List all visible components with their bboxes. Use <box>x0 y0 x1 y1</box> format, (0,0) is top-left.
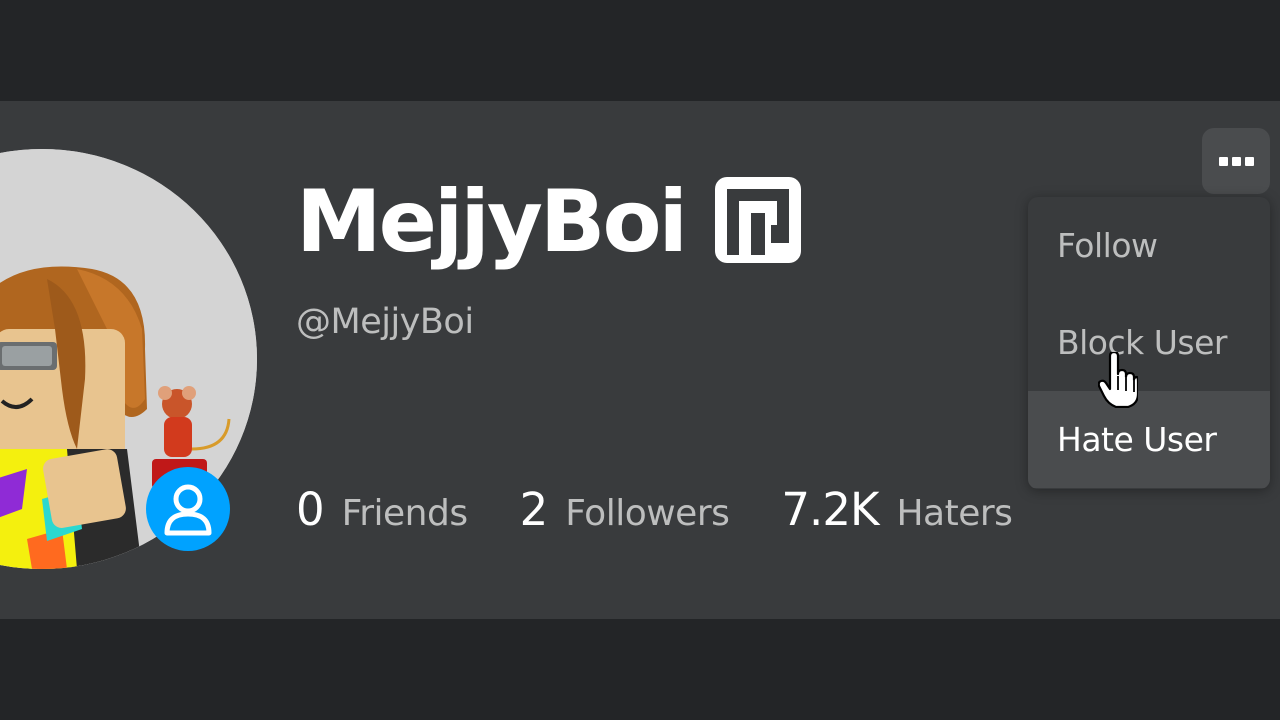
more-options-icon <box>1231 156 1241 166</box>
display-name-row: MejjyBoi <box>296 173 805 271</box>
more-options-button[interactable] <box>1202 128 1270 194</box>
profile-header-card: MejjyBoi @MejjyBoi 0 Friends 2 Followers… <box>0 101 1280 619</box>
hand-cursor-icon <box>1097 350 1140 412</box>
stat-value: 2 <box>519 483 549 536</box>
stat-label: Friends <box>341 493 468 534</box>
menu-item-follow[interactable]: Follow <box>1028 197 1270 294</box>
stat-label: Haters <box>896 493 1013 534</box>
stat-value: 0 <box>296 483 325 536</box>
premium-badge-icon <box>711 173 805 271</box>
more-options-icon <box>1244 156 1254 166</box>
menu-item-hate-user[interactable]: Hate User <box>1028 391 1270 488</box>
user-presence-icon <box>164 484 212 536</box>
stat-label: Followers <box>565 493 730 534</box>
options-dropdown-menu: Follow Block User Hate User <box>1028 197 1270 489</box>
stat-followers[interactable]: 2 Followers <box>520 483 730 536</box>
menu-item-block-user[interactable]: Block User <box>1028 294 1270 391</box>
presence-indicator <box>146 467 230 551</box>
stat-value: 7.2K <box>781 483 879 536</box>
username: @MejjyBoi <box>296 302 474 342</box>
stat-haters[interactable]: 7.2K Haters <box>781 483 1013 536</box>
more-options-icon <box>1218 156 1228 166</box>
profile-stats: 0 Friends 2 Followers 7.2K Haters <box>296 483 1064 536</box>
stat-friends[interactable]: 0 Friends <box>296 483 468 536</box>
display-name: MejjyBoi <box>296 172 688 272</box>
